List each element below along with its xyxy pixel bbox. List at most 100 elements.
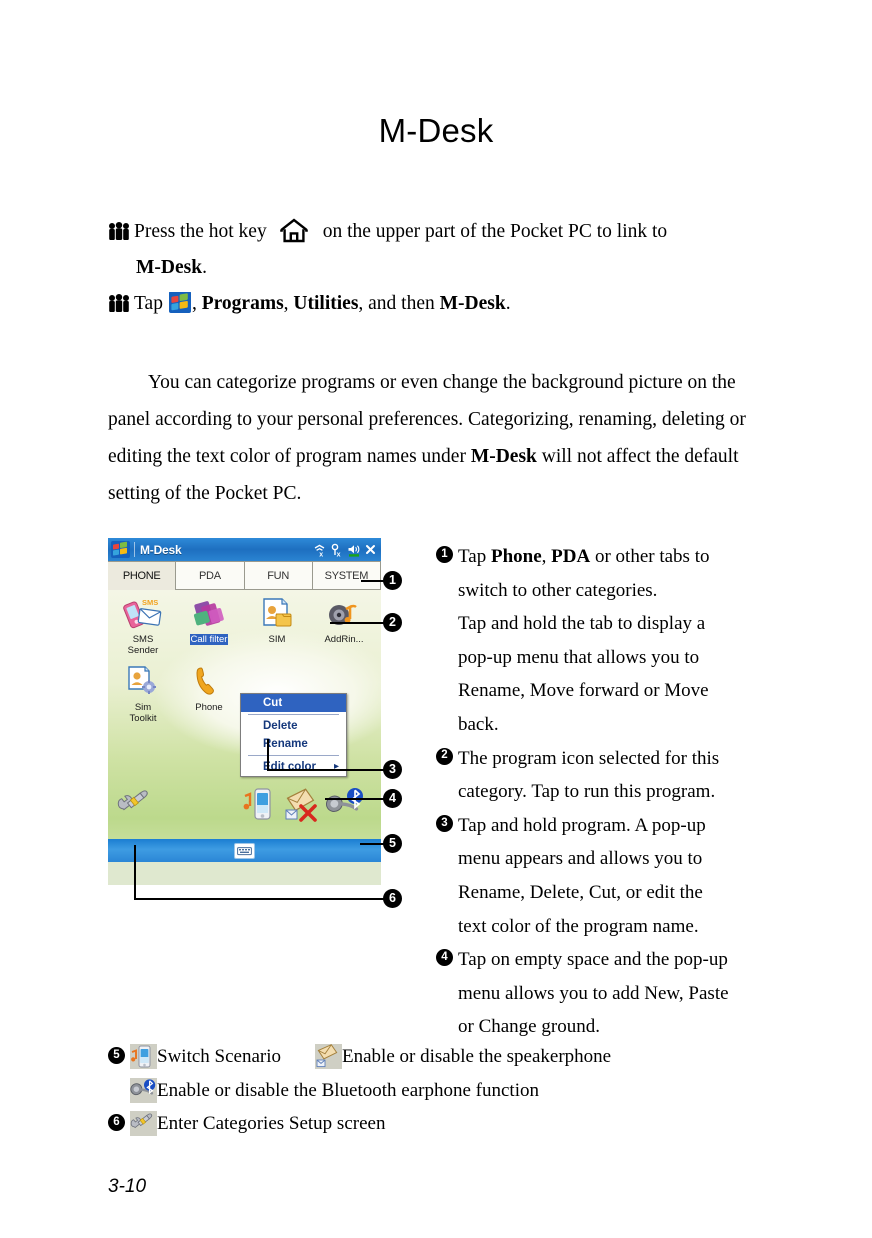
note-line: text color of the program name. (458, 915, 699, 937)
note-number-badge: 1 (436, 546, 453, 563)
close-icon[interactable] (364, 543, 377, 557)
document-page: M-Desk Press the hot key on the upper pa… (0, 0, 872, 1238)
program-icon-add-ringtone[interactable]: AddRin... (313, 594, 375, 645)
program-label: SMS Sender (127, 634, 159, 656)
svg-text:x: x (319, 551, 323, 557)
callout-marker-3: 3 (383, 760, 402, 779)
tab-system[interactable]: SYSTEM (311, 561, 381, 590)
callout-marker-5: 5 (383, 834, 402, 853)
note-item-1: 1 Tap Phone, PDA or other tabs to switch… (436, 540, 766, 742)
bullet-item-hotkey: Press the hot key on the upper part of t… (108, 214, 768, 286)
note-line: category. Tap to run this program. (458, 781, 716, 803)
note-bold-pda: PDA (551, 546, 591, 567)
leader-line-4 (325, 798, 385, 800)
bullet-line: Tap , Programs, Utilities, and then M-De… (108, 286, 768, 322)
program-label: Sim Toolkit (129, 702, 157, 724)
bullet-period: . (505, 293, 511, 314)
pda-screenshot: M-Desk x x PHONE PDA FUN SYSTEM SMS SMS … (108, 538, 381, 885)
legend-row-5: 5 Switch Scenario Enable or disable the … (108, 1040, 808, 1074)
bullet-comma-1: , (191, 293, 197, 314)
note-line: pop-up menu that allows you to (458, 646, 700, 668)
categories-setup-icon (130, 1111, 157, 1137)
keyboard-icon[interactable] (234, 842, 255, 859)
note-item-4: 4 Tap on empty space and the pop-up menu… (436, 943, 766, 1044)
note-line: Tap on empty space and the pop-up (458, 949, 728, 971)
note-text: or other tabs to (590, 546, 710, 567)
legend-row-bluetooth: Enable or disable the Bluetooth earphone… (108, 1074, 808, 1108)
connectivity-off-icon[interactable]: x (313, 543, 326, 558)
legend-text: Enable or disable the Bluetooth earphone… (157, 1079, 539, 1101)
signal-off-icon[interactable]: x (330, 543, 343, 558)
windows-start-icon[interactable] (111, 541, 130, 558)
callout-marker-1: 1 (383, 571, 402, 590)
bullet-line: Press the hot key on the upper part of t… (108, 214, 768, 250)
sim-toolkit-icon (112, 662, 174, 702)
program-icon-sim[interactable]: SIM (246, 594, 308, 645)
note-line: Rename, Move forward or Move (458, 680, 709, 702)
program-icon-sim-toolkit[interactable]: Sim Toolkit (112, 662, 174, 724)
bullet-bold-programs: Programs (201, 293, 284, 314)
program-icon-sms-sender[interactable]: SMS SMS Sender (112, 594, 174, 656)
bullet-bold-term: M-Desk (136, 257, 203, 278)
context-menu-item-delete[interactable]: Delete (241, 717, 346, 735)
pda-desktop[interactable]: SMS SMS Sender Call filter SIM AddRin...… (108, 590, 381, 862)
program-icon-phone[interactable]: Phone (178, 662, 240, 713)
title-separator (134, 542, 135, 557)
pda-title-bar: M-Desk x x (108, 538, 381, 561)
callout-marker-4: 4 (383, 789, 402, 808)
legend-row-6: 6 Enter Categories Setup screen (108, 1107, 808, 1141)
context-menu-item-cut[interactable]: Cut (241, 694, 346, 712)
callout-marker-2: 2 (383, 613, 402, 632)
bluetooth-earphone-icon (130, 1077, 157, 1103)
note-line: The program icon selected for this (458, 747, 720, 769)
leader-line-3 (267, 769, 385, 771)
pda-status-tray: x x (313, 543, 377, 558)
note-line: back. (458, 713, 499, 735)
speakerphone-icon[interactable] (284, 788, 322, 829)
note-text: Tap (458, 546, 491, 567)
context-menu-separator (248, 755, 339, 756)
context-menu-item-edit-color[interactable]: ▸ Edit color (241, 758, 346, 776)
note-line: menu allows you to add New, Paste (458, 982, 729, 1004)
paragraph-bold-term: M-Desk (470, 446, 537, 467)
tab-pda[interactable]: PDA (175, 561, 245, 590)
leader-line-2 (330, 622, 385, 624)
program-label-selected: Call filter (189, 634, 229, 645)
intro-paragraph: You can categorize programs or even chan… (108, 364, 758, 512)
bullet-bold-utilities: Utilities (293, 293, 359, 314)
categories-setup-icon[interactable] (116, 786, 156, 827)
note-line: Tap and hold the tab to display a (458, 613, 706, 635)
bluetooth-earphone-icon[interactable] (325, 786, 366, 827)
bullet-text-and-then: , and then (358, 293, 435, 314)
note-number-badge: 4 (436, 949, 453, 967)
program-label: SIM (268, 634, 286, 645)
program-icon-call-filter[interactable]: Call filter (178, 594, 240, 645)
note-line: switch to other categories. (458, 579, 658, 601)
note-item-3: 3 Tap and hold program. A pop-up menu ap… (436, 809, 766, 943)
leader-line-5 (360, 843, 385, 845)
legend-number-badge: 6 (108, 1114, 125, 1132)
svg-text:SMS: SMS (142, 598, 158, 607)
note-number-badge: 3 (436, 814, 453, 832)
pda-app-title: M-Desk (140, 542, 182, 557)
svg-text:x: x (337, 551, 341, 556)
call-filter-icon (178, 594, 240, 634)
switch-scenario-icon[interactable] (240, 786, 278, 829)
add-ringtone-icon (313, 594, 375, 634)
leader-line-6 (134, 898, 385, 900)
note-number-badge: 2 (436, 747, 453, 765)
context-menu-item-rename[interactable]: Rename (241, 735, 346, 753)
note-bold-phone: Phone (490, 546, 542, 567)
leader-line-3-vert (267, 739, 269, 770)
home-icon (279, 217, 309, 243)
volume-icon[interactable] (347, 543, 360, 557)
tab-phone[interactable]: PHONE (108, 561, 177, 590)
bullet-text-before: Tap (134, 293, 163, 314)
note-text: , (541, 546, 552, 567)
tab-fun[interactable]: FUN (243, 561, 313, 590)
program-label: AddRin... (324, 634, 364, 645)
bullet-bold-mdesk: M-Desk (439, 293, 506, 314)
program-context-menu[interactable]: Cut Delete Rename ▸ Edit color (240, 693, 347, 777)
note-line: Tap Phone, PDA or other tabs to (458, 540, 766, 574)
legend-text: Switch Scenario (157, 1046, 282, 1067)
